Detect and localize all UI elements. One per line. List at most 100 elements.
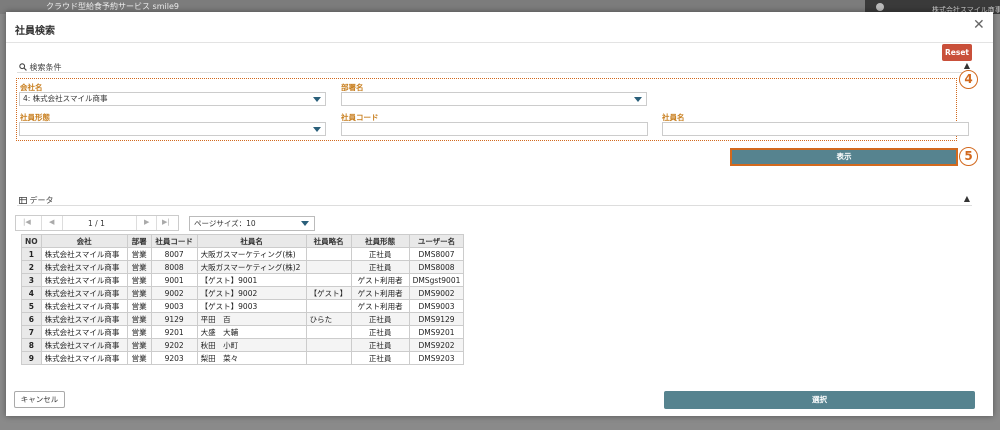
chevron-down-icon (301, 221, 309, 226)
cell-department: 営業 (126, 299, 152, 313)
pager-divider (41, 216, 42, 230)
cell-employee-name: 大盛 大輔 (196, 325, 307, 339)
chevron-up-icon[interactable]: ▲ (964, 61, 970, 70)
select-button[interactable]: 選択 (664, 391, 975, 409)
cell-username: DMSgst9001 (408, 273, 465, 287)
cell-company: 株式会社スマイル商事 (40, 299, 128, 313)
last-page-icon[interactable]: ▶| (162, 218, 170, 226)
chevron-down-icon (313, 97, 321, 102)
chevron-down-icon (634, 97, 642, 102)
table-row[interactable]: 4 株式会社スマイル商事 営業 9002 【ゲスト】9002 【ゲスト】 ゲスト利用者 DMS… (21, 286, 465, 300)
cell-username: DMS9002 (408, 286, 465, 300)
cell-employee-name: 【ゲスト】9002 (196, 286, 307, 300)
cell-username: DMS9201 (408, 325, 465, 339)
cell-employment-type: ゲスト利用者 (350, 299, 410, 313)
employee-table: NO 会社 部署 社員コード 社員名 社員略名 社員形態 ユーザー名 1 株式会社… (21, 234, 465, 365)
column-header[interactable]: 社員名 (196, 234, 307, 248)
table-row[interactable]: 9 株式会社スマイル商事 営業 9203 梨田 菜々 正社員 DMS9203 (21, 351, 465, 365)
cell-no: 9 (21, 351, 42, 365)
cell-employee-code: 9003 (150, 299, 198, 313)
search-conditions-text: 検索条件 (29, 63, 62, 72)
cell-employee-code: 9202 (150, 338, 198, 352)
cell-employment-type: 正社員 (350, 312, 410, 326)
table-row[interactable]: 6 株式会社スマイル商事 営業 9129 平田 百ひらた 正社員 DMS9129 (21, 312, 465, 326)
column-header[interactable]: 社員略名 (305, 234, 352, 248)
first-page-icon[interactable]: |◀ (23, 218, 31, 226)
cell-employment-type: 正社員 (350, 325, 410, 339)
pager-divider (136, 216, 137, 230)
cell-employee-code: 8008 (150, 260, 198, 274)
cell-no: 8 (21, 338, 42, 352)
table-header-row: NO 会社 部署 社員コード 社員名 社員略名 社員形態 ユーザー名 (21, 234, 465, 248)
table-row[interactable]: 7 株式会社スマイル商事 営業 9201 大盛 大輔 正社員 DMS9201 (21, 325, 465, 339)
column-header[interactable]: 社員コード (150, 234, 198, 248)
cell-employee-code: 9001 (150, 273, 198, 287)
cell-employment-type: ゲスト利用者 (350, 273, 410, 287)
cell-company: 株式会社スマイル商事 (40, 247, 128, 261)
cell-department: 営業 (126, 312, 152, 326)
cell-no: 7 (21, 325, 42, 339)
cell-department: 営業 (126, 338, 152, 352)
table-row[interactable]: 2 株式会社スマイル商事 営業 8008 大阪ガスマーケティング(株)2 正社員 DMS80… (21, 260, 465, 274)
cell-company: 株式会社スマイル商事 (40, 338, 128, 352)
cell-department: 営業 (126, 273, 152, 287)
close-icon[interactable]: ✕ (973, 17, 985, 33)
column-header[interactable]: 会社 (40, 234, 128, 248)
cell-employee-name: 【ゲスト】9003 (196, 299, 307, 313)
employee-name-input[interactable] (662, 122, 969, 136)
cell-employee-name: 秋田 小町 (196, 338, 307, 352)
cell-employment-type: 正社員 (350, 260, 410, 274)
cell-company: 株式会社スマイル商事 (40, 260, 128, 274)
prev-page-icon[interactable]: ◀ (49, 218, 54, 226)
cell-no: 6 (21, 312, 42, 326)
cell-short-name (305, 273, 352, 287)
cell-short-name (305, 351, 352, 365)
table-row[interactable]: 8 株式会社スマイル商事 営業 9202 秋田 小町 正社員 DMS9202 (21, 338, 465, 352)
column-header[interactable]: 部署 (126, 234, 152, 248)
cell-employment-type: 正社員 (350, 338, 410, 352)
employee-code-input[interactable] (341, 122, 648, 136)
cell-username: DMS8008 (408, 260, 465, 274)
background-app-title: クラウド型給食予約サービス smile9 (46, 2, 179, 11)
cell-employee-name: 大阪ガスマーケティング(株) (196, 247, 307, 261)
annotation-badge-5: 5 (959, 147, 978, 166)
search-conditions-header[interactable]: 検索条件 ▲ (17, 61, 972, 73)
cell-short-name: ひらた (305, 312, 352, 326)
data-section-header[interactable]: データ ▲ (17, 194, 972, 206)
search-icon (19, 63, 27, 71)
table-icon (19, 197, 27, 204)
cell-company: 株式会社スマイル商事 (40, 286, 128, 300)
company-select[interactable]: 4: 株式会社スマイル商事 (19, 92, 326, 106)
cell-employee-code: 9002 (150, 286, 198, 300)
cell-employee-code: 9129 (150, 312, 198, 326)
cell-username: DMS9202 (408, 338, 465, 352)
column-header[interactable]: ユーザー名 (408, 234, 465, 248)
table-row[interactable]: 1 株式会社スマイル商事 営業 8007 大阪ガスマーケティング(株) 正社員 DMS800… (21, 247, 465, 261)
page-size-select[interactable]: ページサイズ：10 (189, 216, 315, 231)
page-indicator: 1 / 1 (88, 219, 105, 228)
cell-employee-name: 大阪ガスマーケティング(株)2 (196, 260, 307, 274)
cell-employee-name: 梨田 菜々 (196, 351, 307, 365)
next-page-icon[interactable]: ▶ (144, 218, 149, 226)
cell-department: 営業 (126, 286, 152, 300)
cell-employment-type: 正社員 (350, 351, 410, 365)
department-select[interactable] (341, 92, 647, 106)
table-row[interactable]: 3 株式会社スマイル商事 営業 9001 【ゲスト】9001 ゲスト利用者 DMSgst90… (21, 273, 465, 287)
show-button[interactable]: 表示 (730, 148, 958, 166)
cell-department: 営業 (126, 260, 152, 274)
cell-company: 株式会社スマイル商事 (40, 351, 128, 365)
cell-no: 5 (21, 299, 42, 313)
employment-type-select[interactable] (19, 122, 326, 136)
reset-button[interactable]: Reset (942, 44, 972, 61)
column-header[interactable]: NO (21, 234, 42, 248)
cell-employment-type: 正社員 (350, 247, 410, 261)
employee-search-dialog: 社員検索 ✕ Reset 検索条件 ▲ 会社名 4: 株式会社スマイル商事 部署… (6, 12, 993, 416)
page-size-value: ページサイズ：10 (194, 219, 256, 228)
cell-department: 営業 (126, 325, 152, 339)
chevron-up-icon[interactable]: ▲ (964, 194, 970, 203)
column-header[interactable]: 社員形態 (350, 234, 410, 248)
cancel-button[interactable]: キャンセル (14, 391, 65, 408)
avatar-icon (876, 3, 884, 11)
table-row[interactable]: 5 株式会社スマイル商事 営業 9003 【ゲスト】9003 ゲスト利用者 DMS9003 (21, 299, 465, 313)
cell-no: 1 (21, 247, 42, 261)
